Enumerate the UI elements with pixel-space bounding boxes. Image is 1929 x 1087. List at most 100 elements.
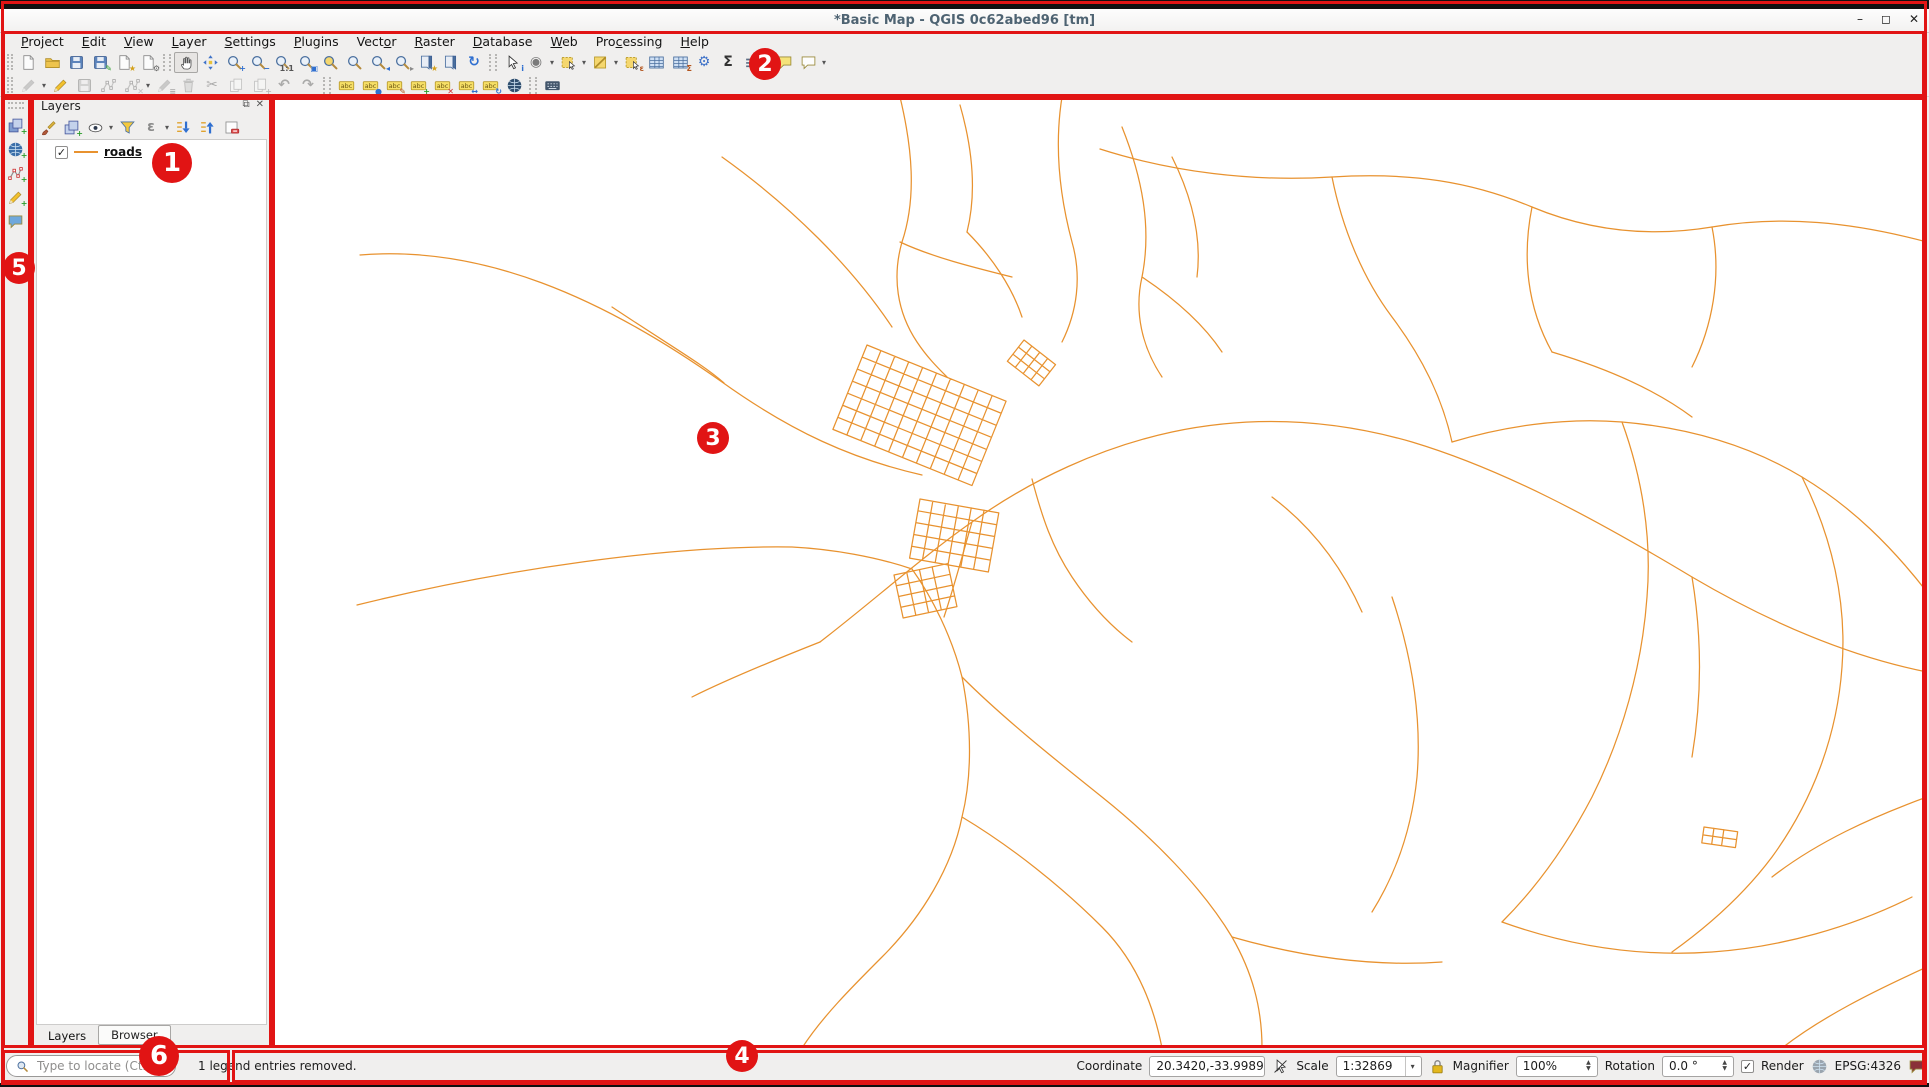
scale-dropdown-icon[interactable]: ▾ [1405, 1057, 1415, 1076]
run-feature-action-dropdown-icon[interactable]: ▾ [548, 58, 556, 67]
zoom-full-button[interactable]: ▣ [294, 52, 318, 73]
new-project-button[interactable] [16, 52, 40, 73]
cut-features-button[interactable]: ✂ [200, 75, 224, 96]
select-features-button[interactable] [556, 52, 580, 73]
minimize-button[interactable]: – [1857, 12, 1863, 26]
zoom-in-button[interactable]: + [222, 52, 246, 73]
menu-raster[interactable]: Raster [405, 34, 463, 49]
rotation-spinbox[interactable]: 0.0 °▲▼ [1662, 1056, 1734, 1077]
title-bar[interactable]: *Basic Map - QGIS 0c62abed96 [tm] – ◻ ✕ [0, 9, 1929, 33]
save-layer-edits-button[interactable] [72, 75, 96, 96]
field-calculator-button[interactable]: Σ [668, 52, 692, 73]
manage-map-themes-dropdown-icon[interactable]: ▾ [107, 123, 115, 132]
menu-settings[interactable]: Settings [216, 34, 285, 49]
open-layer-styling-button[interactable] [35, 117, 59, 138]
zoom-to-selection-button[interactable] [318, 52, 342, 73]
panel-tab-layers[interactable]: Layers [36, 1027, 98, 1045]
toggle-editing-button[interactable] [48, 75, 72, 96]
new-geopackage-layer-button[interactable]: + [4, 187, 28, 208]
zoom-out-button[interactable]: − [246, 52, 270, 73]
crs-label[interactable]: EPSG:4326 [1835, 1059, 1901, 1073]
modify-attributes-button[interactable]: ≡ [152, 75, 176, 96]
refresh-map-button[interactable]: ↻ [462, 52, 486, 73]
open-project-button[interactable] [40, 52, 64, 73]
toolbar-grip[interactable] [7, 77, 13, 93]
new-text-annotation-dropdown-icon[interactable]: ▾ [820, 58, 828, 67]
scale-combobox[interactable]: 1:32869▾ [1336, 1056, 1422, 1077]
menu-layer[interactable]: Layer [163, 34, 216, 49]
add-raster-layer-button[interactable]: + [4, 139, 28, 160]
messages-icon[interactable] [1908, 1058, 1925, 1075]
remove-layer-button[interactable] [219, 117, 243, 138]
copy-features-button[interactable] [224, 75, 248, 96]
plugin-tool-button[interactable] [540, 75, 564, 96]
highlight-pinned-labels-button[interactable]: ✎ [382, 75, 406, 96]
pan-map-button[interactable] [174, 52, 198, 73]
magnifier-spin-arrows[interactable]: ▲▼ [1586, 1060, 1591, 1072]
add-group-button[interactable]: + [59, 117, 83, 138]
open-data-source-manager-button[interactable]: + [4, 115, 28, 136]
deselect-features-dropdown-icon[interactable]: ▾ [612, 58, 620, 67]
filter-by-expression-dropdown-icon[interactable]: ▾ [163, 123, 171, 132]
zoom-next-button[interactable]: ▸ [390, 52, 414, 73]
vertex-tool-button[interactable]: ✕ [120, 75, 144, 96]
manage-map-themes-button[interactable] [83, 117, 107, 138]
menu-database[interactable]: Database [464, 34, 542, 49]
toolbar-grip[interactable] [8, 102, 24, 109]
current-edits-button[interactable] [16, 75, 40, 96]
menu-plugins[interactable]: Plugins [285, 34, 348, 49]
close-panel-icon[interactable]: ✕ [256, 99, 264, 110]
save-project-button[interactable] [64, 52, 88, 73]
save-project-as-button[interactable]: ✎ [88, 52, 112, 73]
show-spatial-bookmarks-button[interactable] [438, 52, 462, 73]
zoom-native-button[interactable]: 1:1 [270, 52, 294, 73]
float-panel-icon[interactable]: ⧉ [242, 99, 249, 110]
show-layout-manager-button[interactable]: ⚙ [136, 52, 160, 73]
run-feature-action-button[interactable]: ◉ [524, 52, 548, 73]
menu-edit[interactable]: Edit [73, 34, 115, 49]
new-text-annotation-button[interactable] [796, 52, 820, 73]
change-label-properties-button[interactable]: ↻ [478, 75, 502, 96]
deselect-features-button[interactable] [588, 52, 612, 73]
new-print-layout-button[interactable]: ★ [112, 52, 136, 73]
layers-tree[interactable]: ✓ roads [36, 139, 267, 1025]
scale-lock-icon[interactable] [1429, 1058, 1446, 1075]
pan-to-selection-button[interactable] [198, 52, 222, 73]
close-button[interactable]: ✕ [1909, 12, 1919, 26]
layer-checkbox[interactable]: ✓ [55, 146, 68, 159]
extents-toggle-icon[interactable] [1272, 1058, 1289, 1075]
layer-labeling-options-button[interactable] [334, 75, 358, 96]
move-label-button[interactable]: ↔ [454, 75, 478, 96]
toolbar-grip[interactable] [7, 54, 13, 70]
undo-button[interactable]: ↶ [272, 75, 296, 96]
redo-button[interactable]: ↷ [296, 75, 320, 96]
menu-vector[interactable]: Vector [348, 34, 406, 49]
show-statistical-summary-button[interactable]: Σ [716, 52, 740, 73]
layer-name[interactable]: roads [104, 145, 142, 159]
filter-by-expression-button[interactable]: ε [139, 117, 163, 138]
expand-all-button[interactable] [171, 117, 195, 138]
current-edits-dropdown-icon[interactable]: ▾ [40, 81, 48, 90]
new-spatial-bookmark-button[interactable]: ★ [414, 52, 438, 73]
magnifier-spinbox[interactable]: 100%▲▼ [1516, 1056, 1598, 1077]
identify-features-button[interactable]: i [500, 52, 524, 73]
paste-features-button[interactable]: + [248, 75, 272, 96]
show-hide-labels-button[interactable]: ✕ [430, 75, 454, 96]
zoom-to-layer-button[interactable] [342, 52, 366, 73]
map-tips-bubble-button[interactable] [4, 211, 28, 232]
add-line-feature-button[interactable] [96, 75, 120, 96]
open-attribute-table-button[interactable] [644, 52, 668, 73]
menu-help[interactable]: Help [671, 34, 718, 49]
vertex-tool-dropdown-icon[interactable]: ▾ [144, 81, 152, 90]
menu-web[interactable]: Web [541, 34, 586, 49]
rotation-spin-arrows[interactable]: ▲▼ [1722, 1060, 1727, 1072]
map-canvas[interactable] [272, 97, 1927, 1048]
render-checkbox[interactable]: ✓ [1741, 1060, 1754, 1073]
filter-legend-button[interactable] [115, 117, 139, 138]
menu-project[interactable]: Project [12, 34, 73, 49]
zoom-last-button[interactable]: ◂ [366, 52, 390, 73]
menu-processing[interactable]: Processing [587, 34, 672, 49]
crs-globe-icon[interactable] [1811, 1058, 1828, 1075]
select-features-dropdown-icon[interactable]: ▾ [580, 58, 588, 67]
layer-diagram-options-button[interactable]: ● [358, 75, 382, 96]
